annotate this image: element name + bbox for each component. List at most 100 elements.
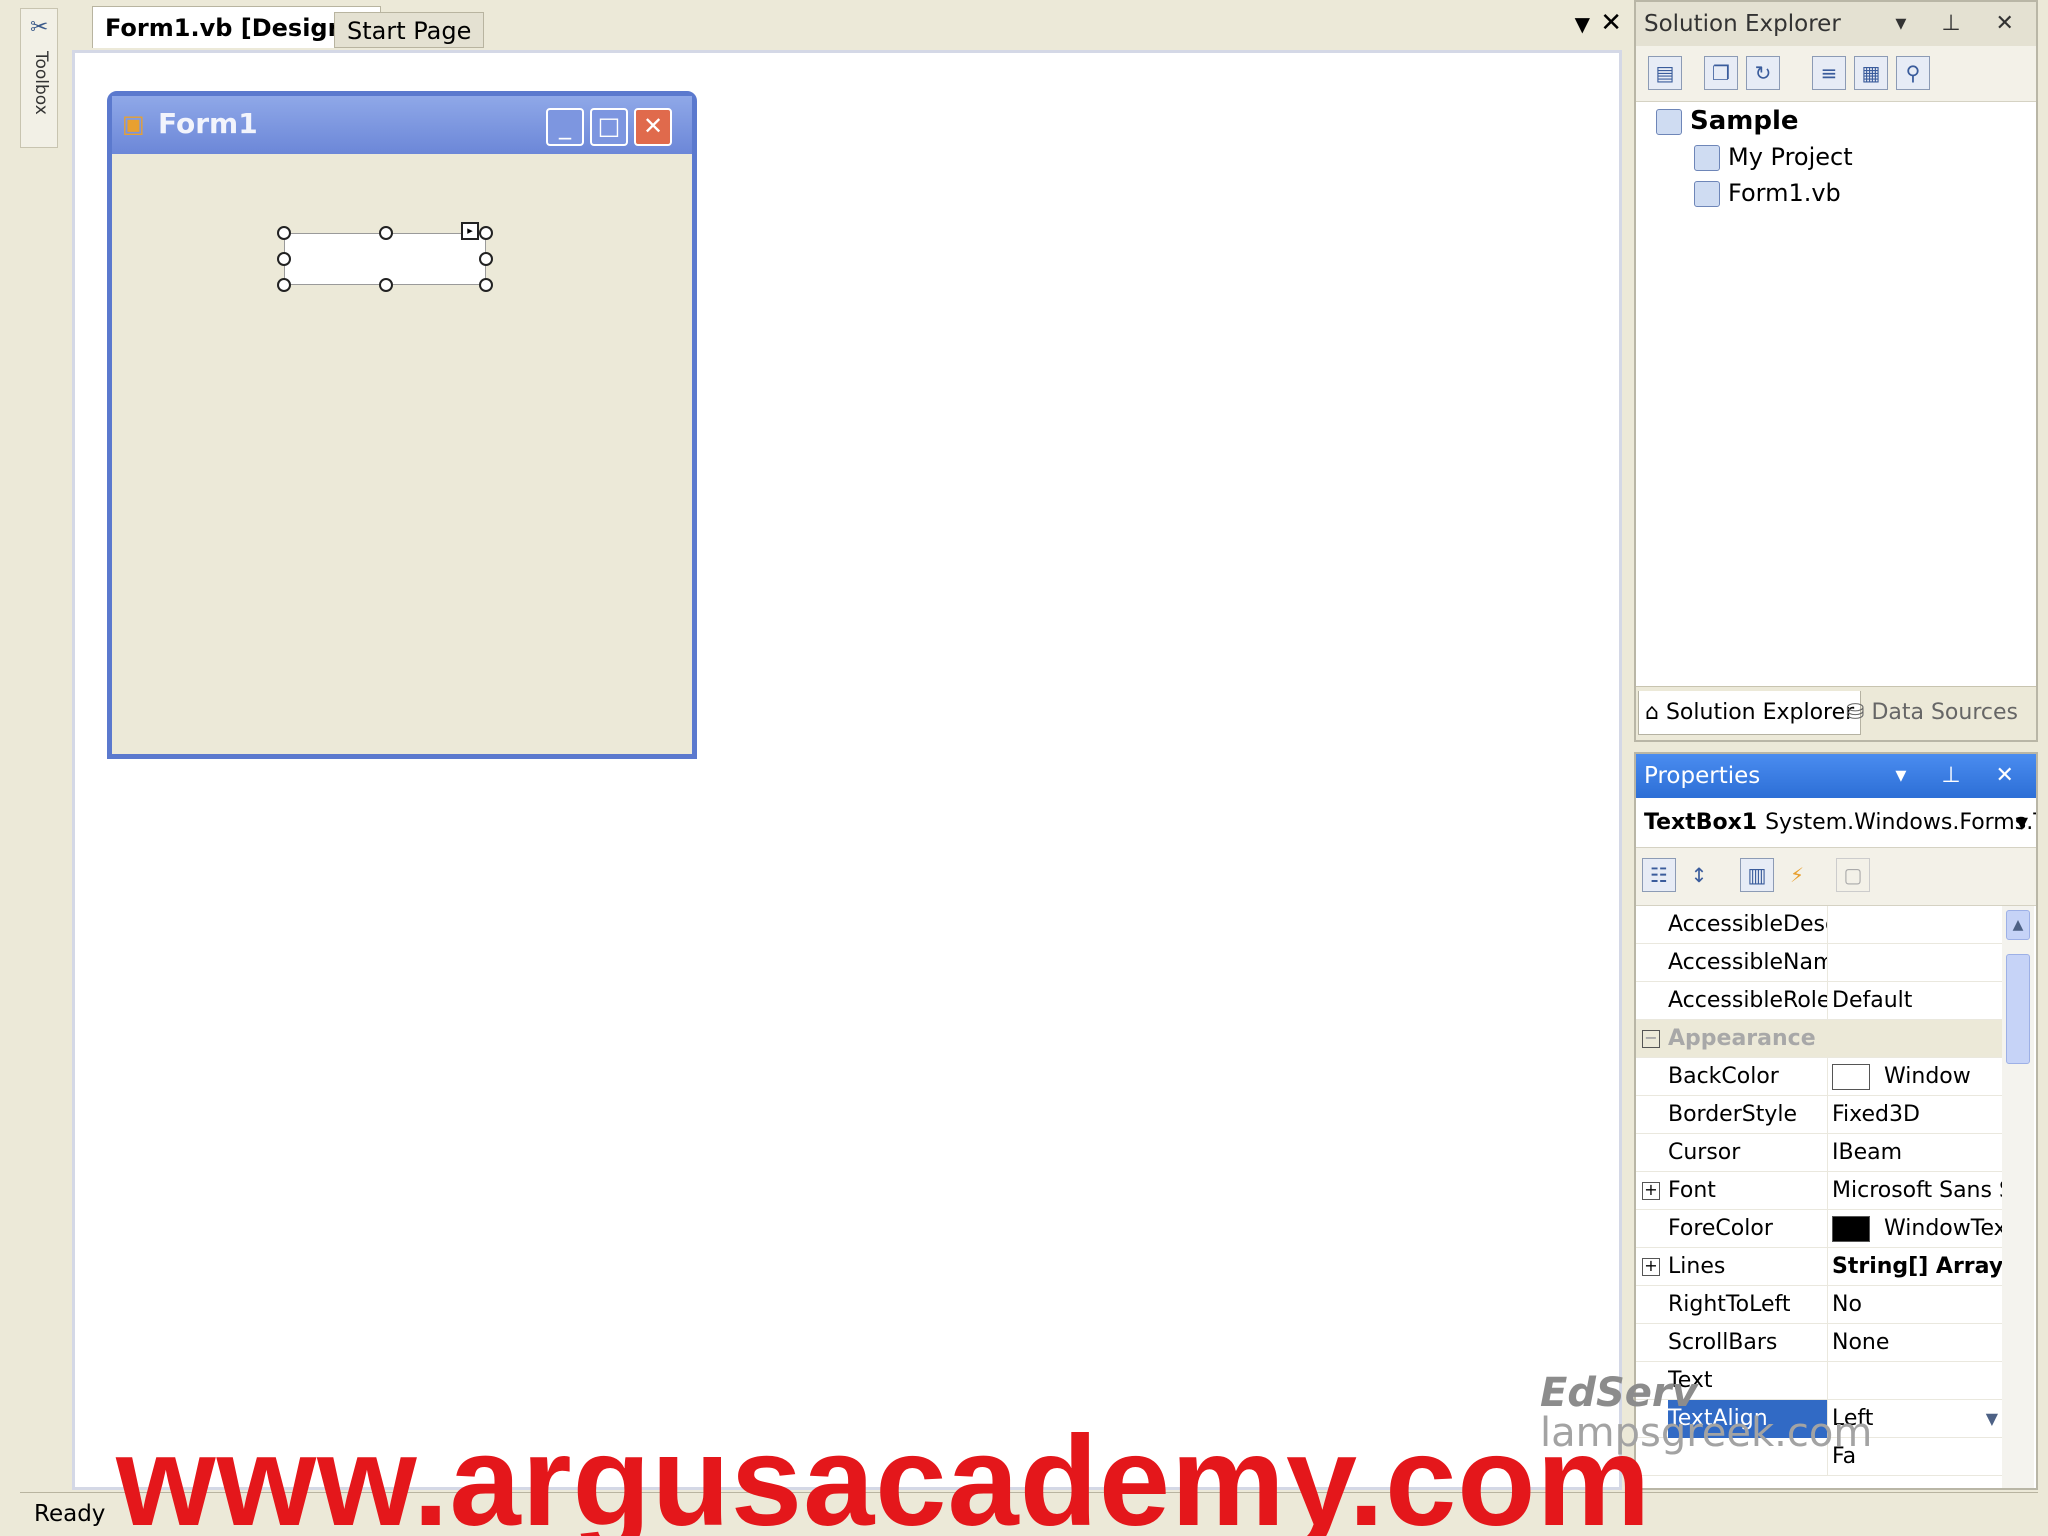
property-value[interactable]: Microsoft Sans Se bbox=[1832, 1172, 2004, 1210]
view-code-icon[interactable]: ≡ bbox=[1812, 56, 1846, 90]
scroll-up-icon[interactable]: ▲ bbox=[2006, 910, 2030, 940]
chevron-down-icon[interactable]: ▼ bbox=[2016, 798, 2028, 847]
alphabetical-icon[interactable]: ↕ bbox=[1682, 858, 1716, 892]
property-row[interactable]: AccessibleRole Default bbox=[1636, 982, 2004, 1020]
collapse-icon[interactable]: − bbox=[1642, 1030, 1660, 1048]
status-text: Ready bbox=[34, 1501, 106, 1527]
property-value[interactable] bbox=[1832, 906, 2004, 944]
property-name: AccessibleName bbox=[1668, 944, 1828, 982]
property-row[interactable]: BackColor Window bbox=[1636, 1058, 2004, 1096]
view-designer-icon[interactable]: ▦ bbox=[1854, 56, 1888, 90]
categorized-icon[interactable]: ☷ bbox=[1642, 858, 1676, 892]
property-row[interactable]: Cursor IBeam bbox=[1636, 1134, 2004, 1172]
properties-icon[interactable]: ▥ bbox=[1740, 858, 1774, 892]
property-row[interactable]: + FontMicrosoft Sans Se bbox=[1636, 1172, 2004, 1210]
property-value-text: Window bbox=[1884, 1064, 1971, 1089]
my-project-icon bbox=[1694, 145, 1720, 171]
expand-icon[interactable]: + bbox=[1642, 1182, 1660, 1200]
solution-explorer-panel: Solution Explorer ▾ ⊥ ✕ ▤ ❐ ↻ ≡ ▦ ⚲ Samp… bbox=[1634, 0, 2038, 742]
property-row[interactable]: RightToLeft No bbox=[1636, 1286, 2004, 1324]
solution-explorer-icon: ⌂ bbox=[1645, 700, 1666, 725]
class-diagram-icon[interactable]: ⚲ bbox=[1896, 56, 1930, 90]
property-pages-icon[interactable]: ▢ bbox=[1836, 858, 1870, 892]
resize-handle[interactable] bbox=[479, 252, 493, 266]
solution-explorer-toolbar: ▤ ❐ ↻ ≡ ▦ ⚲ bbox=[1636, 46, 2036, 102]
refresh-icon[interactable]: ↻ bbox=[1746, 56, 1780, 90]
object-name: TextBox1 bbox=[1644, 810, 1758, 835]
tree-label: Form1.vb bbox=[1728, 179, 1841, 207]
property-row[interactable]: + Lines String[] Array bbox=[1636, 1248, 2004, 1286]
resize-handle[interactable] bbox=[277, 226, 291, 240]
tab-start-page[interactable]: Start Page bbox=[334, 12, 485, 48]
toolbox-strip[interactable]: ✂ Toolbox bbox=[20, 8, 58, 148]
property-row[interactable]: AccessibleDescri bbox=[1636, 906, 2004, 944]
panel-controls[interactable]: ▾ ⊥ ✕ bbox=[1895, 2, 2028, 46]
property-value[interactable]: Default bbox=[1832, 982, 2004, 1020]
form-icon: ▣ bbox=[122, 110, 145, 138]
tree-item-form1-vb[interactable]: Form1.vb bbox=[1694, 176, 1841, 210]
resize-handle[interactable] bbox=[277, 278, 291, 292]
tab-label: Solution Explorer bbox=[1665, 700, 1855, 725]
property-value[interactable]: WindowText bbox=[1832, 1210, 2004, 1248]
resize-handle[interactable] bbox=[277, 252, 291, 266]
property-row[interactable]: AccessibleName bbox=[1636, 944, 2004, 982]
property-name: BackColor bbox=[1668, 1058, 1828, 1096]
object-selector[interactable]: TextBox1 System.Windows.Forms.T ▼ bbox=[1636, 798, 2036, 848]
tree-item-sample[interactable]: Sample bbox=[1656, 104, 1799, 138]
minimize-button[interactable]: _ bbox=[546, 108, 584, 146]
property-value[interactable]: IBeam bbox=[1832, 1134, 2004, 1172]
property-value[interactable]: String[] Array bbox=[1832, 1248, 2004, 1286]
close-icon[interactable]: ✕ bbox=[1600, 8, 1622, 38]
color-swatch bbox=[1832, 1064, 1870, 1090]
scroll-thumb[interactable] bbox=[2006, 954, 2030, 1064]
tab-solution-explorer[interactable]: ⌂ Solution Explorer bbox=[1638, 691, 1862, 735]
resize-handle[interactable] bbox=[379, 226, 393, 240]
resize-handle[interactable] bbox=[479, 226, 493, 240]
properties-header: Properties ▾ ⊥ ✕ bbox=[1636, 754, 2036, 798]
tree-item-my-project[interactable]: My Project bbox=[1694, 140, 1853, 174]
project-icon bbox=[1656, 108, 1682, 135]
property-value[interactable]: None bbox=[1832, 1324, 2004, 1362]
resize-handle[interactable] bbox=[479, 278, 493, 292]
textbox1-control[interactable]: ▸ bbox=[277, 222, 493, 292]
maximize-button[interactable]: □ bbox=[590, 108, 628, 146]
property-category[interactable]: − Appearance bbox=[1636, 1020, 2004, 1058]
property-name: ScrollBars bbox=[1668, 1324, 1828, 1362]
property-value-text: WindowText bbox=[1884, 1216, 2004, 1241]
form1-titlebar[interactable]: ▣ Form1 _ □ ✕ bbox=[112, 96, 692, 154]
close-button[interactable]: ✕ bbox=[634, 108, 672, 146]
resize-handle[interactable] bbox=[379, 278, 393, 292]
property-value[interactable] bbox=[1832, 1362, 2004, 1400]
property-value[interactable]: Fixed3D bbox=[1832, 1096, 2004, 1134]
tab-data-sources[interactable]: ⛁ Data Sources bbox=[1840, 691, 2024, 735]
form1-title: Form1 bbox=[158, 107, 258, 140]
property-row[interactable]: BorderStyle Fixed3D bbox=[1636, 1096, 2004, 1134]
property-value[interactable]: Window bbox=[1832, 1058, 2004, 1096]
data-sources-icon: ⛁ bbox=[1846, 700, 1872, 725]
chevron-down-icon[interactable]: ▼ bbox=[1986, 1400, 1998, 1438]
events-icon[interactable]: ⚡ bbox=[1780, 858, 1814, 892]
smart-tag-icon[interactable]: ▸ bbox=[461, 222, 479, 240]
property-row[interactable]: ForeColor WindowText bbox=[1636, 1210, 2004, 1248]
form1-window[interactable]: ▣ Form1 _ □ ✕ ▸ bbox=[107, 91, 697, 759]
toolbox-label: Toolbox bbox=[31, 51, 51, 115]
property-row[interactable]: ScrollBars None bbox=[1636, 1324, 2004, 1362]
properties-icon[interactable]: ▤ bbox=[1648, 56, 1682, 90]
panel-controls[interactable]: ▾ ⊥ ✕ bbox=[1895, 754, 2028, 798]
show-all-files-icon[interactable]: ❐ bbox=[1704, 56, 1738, 90]
expand-icon[interactable]: + bbox=[1642, 1258, 1660, 1276]
property-value[interactable] bbox=[1832, 944, 2004, 982]
property-value[interactable]: No bbox=[1832, 1286, 2004, 1324]
properties-toolbar: ☷ ↕ ▥ ⚡ ▢ bbox=[1636, 848, 2036, 906]
designer-surface[interactable]: ▣ Form1 _ □ ✕ ▸ bbox=[72, 50, 1622, 1490]
property-value-text: String[] Array bbox=[1832, 1254, 2004, 1279]
form-file-icon bbox=[1694, 181, 1720, 207]
property-value-text: No bbox=[1832, 1292, 1862, 1317]
toolbox-icon: ✂ bbox=[30, 15, 49, 40]
property-name: Font bbox=[1668, 1172, 1828, 1210]
solution-explorer-header: Solution Explorer ▾ ⊥ ✕ bbox=[1636, 2, 2036, 46]
property-value-text: None bbox=[1832, 1330, 1890, 1355]
chevron-down-icon[interactable]: ▼ bbox=[1575, 12, 1590, 36]
property-name: AccessibleDescri bbox=[1668, 906, 1828, 944]
property-grid-scrollbar[interactable]: ▲ bbox=[2002, 906, 2034, 1488]
